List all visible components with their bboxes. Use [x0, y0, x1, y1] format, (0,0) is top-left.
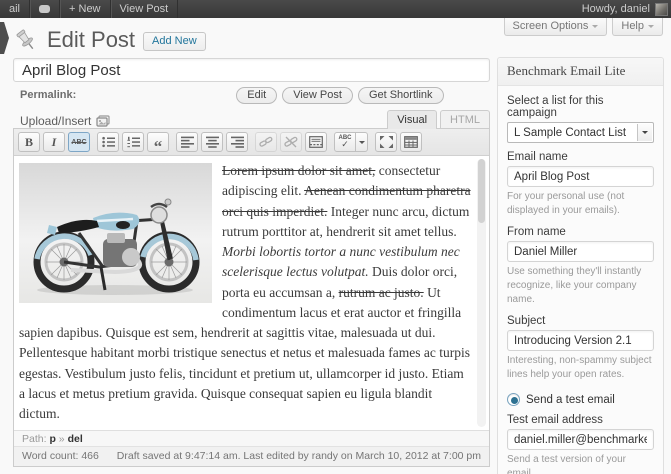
- word-count: Word count: 466: [22, 450, 99, 462]
- subject-input[interactable]: [507, 330, 654, 351]
- unlink-button[interactable]: [280, 132, 302, 152]
- user-avatar[interactable]: [655, 3, 668, 16]
- bold-button[interactable]: B: [18, 132, 40, 152]
- blockquote-button[interactable]: “: [147, 132, 169, 152]
- campaign-list-select[interactable]: L Sample Contact List: [507, 122, 654, 143]
- tab-visual[interactable]: Visual: [387, 110, 437, 129]
- more-tag-button[interactable]: [305, 132, 327, 152]
- draft-save-status: Draft saved at 9:47:14 am. Last edited b…: [117, 450, 481, 462]
- add-media-icon[interactable]: [96, 115, 110, 127]
- align-left-button[interactable]: [176, 132, 198, 152]
- strikethrough-button[interactable]: ABC: [68, 132, 90, 152]
- spellcheck-button[interactable]: ABC ✓: [334, 132, 356, 152]
- page-title: Edit Post: [47, 27, 135, 53]
- test-email-address-label: Test email address: [507, 414, 654, 426]
- link-button[interactable]: [255, 132, 277, 152]
- align-center-button[interactable]: [201, 132, 223, 152]
- radio-selected-icon[interactable]: [507, 393, 520, 406]
- comments-bubble-button[interactable]: [30, 0, 60, 18]
- spellcheck-dropdown-button[interactable]: [355, 132, 368, 152]
- editor-toolbar: B I ABC “: [14, 129, 489, 156]
- from-name-label: From name: [507, 226, 654, 238]
- from-name-input[interactable]: [507, 241, 654, 262]
- chevron-down-icon: [648, 25, 654, 31]
- benchmark-panel-title[interactable]: Benchmark Email Lite: [498, 58, 663, 86]
- from-name-help: Use something they'll instantly recogniz…: [507, 265, 654, 307]
- numbered-list-button[interactable]: [122, 132, 144, 152]
- motorcycle-image[interactable]: [19, 163, 212, 303]
- email-name-input[interactable]: [507, 166, 654, 187]
- italic-button[interactable]: I: [43, 132, 65, 152]
- upload-insert-link[interactable]: Upload/Insert: [20, 114, 110, 128]
- editor-status-bar: Word count: 466 Draft saved at 9:47:14 a…: [14, 446, 489, 466]
- howdy-user[interactable]: Howdy, daniel: [582, 3, 650, 15]
- test-email-address-input[interactable]: [507, 429, 654, 450]
- kitchen-sink-button[interactable]: [400, 132, 422, 152]
- test-email-address-help: Send a test version of your email.: [507, 453, 654, 474]
- path-element-del[interactable]: del: [68, 433, 83, 445]
- send-test-email-option[interactable]: Send a test email: [507, 393, 654, 406]
- get-shortlink-button[interactable]: Get Shortlink: [358, 87, 444, 104]
- chevron-down-icon: [359, 141, 365, 147]
- site-name[interactable]: ail: [0, 0, 30, 18]
- fullscreen-button[interactable]: [375, 132, 397, 152]
- chevron-down-icon: [592, 25, 598, 31]
- email-name-label: Email name: [507, 151, 654, 163]
- permalink-label: Permalink:: [20, 89, 76, 101]
- bullet-list-button[interactable]: [97, 132, 119, 152]
- subject-help: Interesting, non-spammy subject lines he…: [507, 354, 654, 382]
- new-content-button[interactable]: + New: [60, 0, 111, 18]
- add-new-button[interactable]: Add New: [143, 32, 206, 51]
- campaign-list-label: Select a list for this campaign: [507, 95, 654, 119]
- benchmark-email-panel: Benchmark Email Lite Select a list for t…: [497, 57, 664, 474]
- permalink-edit-button[interactable]: Edit: [236, 87, 277, 104]
- post-content-editor: B I ABC “: [13, 128, 490, 467]
- screen-options-button[interactable]: Screen Options: [504, 18, 608, 36]
- wordpress-edit-post-page: ail + New View Post Howdy, daniel Screen…: [0, 0, 671, 474]
- help-button[interactable]: Help: [612, 18, 663, 36]
- editor-scrollbar[interactable]: [477, 159, 486, 427]
- pushpin-icon: [13, 27, 39, 53]
- post-title-input[interactable]: [13, 58, 490, 82]
- view-post-button[interactable]: View Post: [282, 87, 353, 104]
- scrollbar-thumb[interactable]: [478, 159, 485, 223]
- select-dropdown-icon[interactable]: [637, 124, 652, 141]
- editor-canvas[interactable]: Lorem ipsum dolor sit amet, consectetur …: [14, 156, 489, 430]
- email-name-help: For your personal use (not displayed in …: [507, 190, 654, 218]
- view-post-adminbar-button[interactable]: View Post: [111, 0, 179, 18]
- comment-bubble-icon: [39, 5, 50, 13]
- align-right-button[interactable]: [226, 132, 248, 152]
- path-element-p[interactable]: p: [49, 433, 55, 445]
- subject-label: Subject: [507, 315, 654, 327]
- editor-path-bar: Path: p » del: [14, 430, 489, 446]
- admin-bar: ail + New View Post Howdy, daniel: [0, 0, 671, 18]
- tab-html[interactable]: HTML: [440, 110, 490, 129]
